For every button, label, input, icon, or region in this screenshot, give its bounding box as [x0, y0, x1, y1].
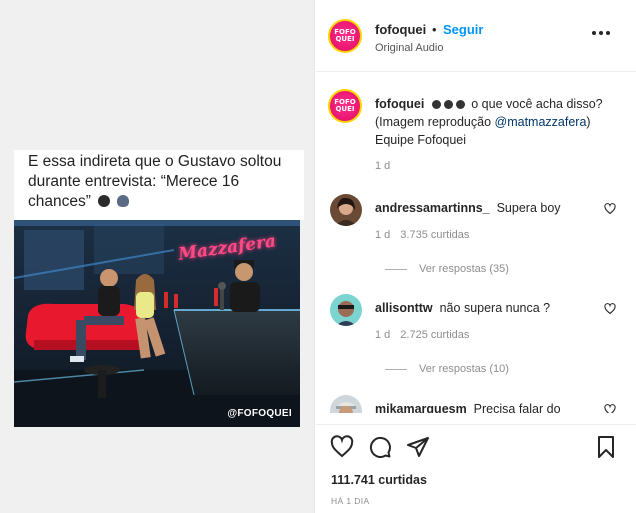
caption-timestamp[interactable]: 1 d	[375, 160, 390, 172]
video-caption-line1: E essa indireta que o Gustavo soltou	[28, 153, 282, 170]
video-caption: E essa indireta que o Gustavo soltou dur…	[14, 150, 304, 220]
share-icon[interactable]	[406, 435, 430, 459]
bomb-emoji-icon	[98, 195, 111, 207]
comment-username[interactable]: mikamarquesm	[375, 402, 467, 413]
comments-list[interactable]: FOFO QUEI fofoquei o que você acha disso?…	[316, 73, 636, 413]
video-watermark: @FOFOQUEI	[227, 408, 292, 419]
follow-button[interactable]: Seguir	[443, 22, 483, 37]
comment-username[interactable]: andressamartinns_	[375, 201, 490, 215]
comment-likes[interactable]: 3.735 curtidas	[400, 229, 469, 241]
separator-dot: •	[432, 22, 437, 37]
comment-like-heart-icon[interactable]	[604, 203, 616, 215]
video-caption-line3: chances”	[28, 193, 91, 210]
comment-text: Supera boy	[496, 201, 561, 215]
view-replies-button[interactable]: Ver respostas (10)	[385, 363, 509, 375]
more-options-icon[interactable]	[592, 31, 610, 37]
caption-avatar[interactable]: FOFO QUEI	[328, 89, 362, 123]
audio-label[interactable]: Original Audio	[375, 42, 444, 54]
comment-time[interactable]: 1 d	[375, 229, 390, 241]
comment-username[interactable]: allisonttw	[375, 301, 433, 315]
commenter-avatar[interactable]	[330, 194, 362, 226]
heart-icon[interactable]	[330, 435, 354, 459]
speaking-head-emoji-icon	[431, 97, 468, 111]
post-likes-count[interactable]: 111.741 curtidas	[331, 473, 427, 487]
post-details-pane: FOFO QUEI fofoquei • Seguir Original Audi…	[316, 0, 636, 513]
logo-text-bottom: QUEI	[335, 35, 355, 43]
post-age[interactable]: HÁ 1 DIA	[331, 496, 370, 506]
bookmark-icon[interactable]	[594, 435, 618, 459]
speaking-head-emoji-icon	[116, 195, 129, 207]
post-header: FOFO QUEI fofoquei • Seguir Original Audi…	[316, 0, 636, 72]
comment-likes[interactable]: 2.725 curtidas	[400, 329, 469, 341]
commenter-avatar[interactable]	[330, 395, 362, 413]
view-replies-label: Ver respostas (35)	[419, 263, 509, 275]
caption-line2-suffix: )	[586, 115, 591, 129]
mention-link[interactable]: @matmazzafera	[495, 115, 587, 129]
view-replies-button[interactable]: Ver respostas (35)	[385, 263, 509, 275]
comment-text: Precisa falar do	[473, 402, 561, 413]
caption-line2-prefix: (Imagem reprodução	[375, 115, 495, 129]
comment-icon[interactable]	[368, 435, 392, 459]
comment-like-heart-icon[interactable]	[604, 303, 616, 315]
comment-text: não supera nunca ?	[439, 301, 551, 315]
media-pane: E essa indireta que o Gustavo soltou dur…	[0, 0, 315, 513]
video-player[interactable]: Mazzafera @FOFOQUEI	[14, 220, 300, 427]
caption-signature: Equipe Fofoquei	[375, 133, 467, 147]
comment-like-heart-icon[interactable]	[604, 404, 616, 413]
comment-time[interactable]: 1 d	[375, 329, 390, 341]
caption-username[interactable]: fofoquei	[375, 97, 424, 111]
view-replies-label: Ver respostas (10)	[419, 363, 509, 375]
profile-avatar[interactable]: FOFO QUEI	[328, 19, 362, 53]
caption-text: o que você acha disso?	[467, 97, 603, 111]
action-bar	[316, 424, 636, 468]
commenter-avatar[interactable]	[330, 294, 362, 326]
video-caption-line2: durante entrevista: “Merece 16	[28, 173, 240, 190]
profile-username[interactable]: fofoquei	[375, 22, 426, 37]
